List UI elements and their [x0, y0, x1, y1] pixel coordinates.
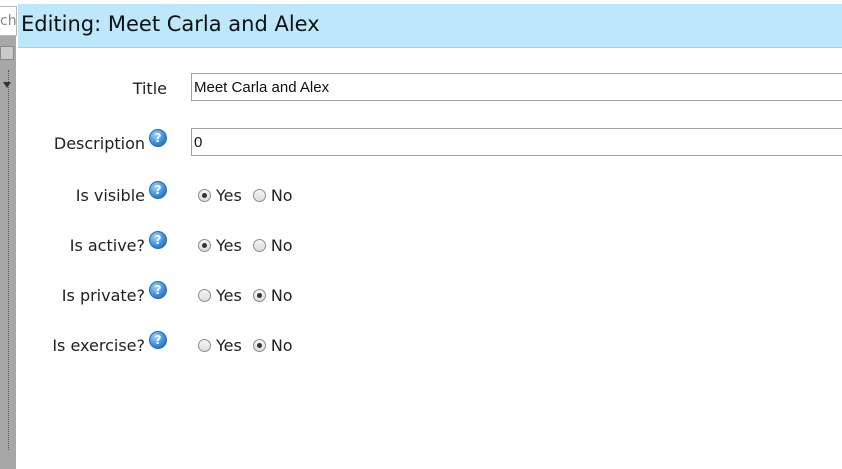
description-label: Description: [53, 133, 145, 153]
is-visible-no-radio[interactable]: [252, 188, 266, 202]
help-icon[interactable]: ?: [149, 331, 167, 349]
left-sidebar-strip: ch: [0, 0, 18, 469]
description-label-wrap: Description ?: [54, 128, 167, 158]
page-title: Editing: Meet Carla and Alex: [21, 12, 320, 36]
tree-node-icon[interactable]: [0, 46, 14, 60]
is-active-radio-group: Yes No: [198, 230, 304, 260]
search-input-stub[interactable]: ch: [0, 6, 17, 36]
is-visible-no-option[interactable]: No: [252, 185, 293, 205]
is-exercise-radio-group: Yes No: [198, 330, 304, 360]
tree-guide-line: [8, 70, 9, 450]
description-row: Description ?: [18, 128, 842, 158]
is-private-radio-group: Yes No: [198, 280, 304, 310]
is-active-no-option[interactable]: No: [252, 235, 293, 255]
help-icon[interactable]: ?: [149, 129, 167, 147]
radio-label-no: No: [270, 235, 293, 255]
radio-label-yes: Yes: [216, 335, 242, 355]
radio-label-no: No: [270, 285, 293, 305]
title-row: Title: [18, 73, 842, 103]
is-visible-row: Is visible ? Yes No: [18, 180, 842, 210]
is-exercise-row: Is exercise? ? Yes No: [18, 330, 842, 360]
title-input[interactable]: [191, 73, 842, 101]
is-private-yes-radio[interactable]: [198, 288, 211, 302]
radio-label-yes: Yes: [216, 285, 242, 305]
is-visible-yes-radio[interactable]: [198, 188, 211, 202]
is-active-row: Is active? ? Yes No: [18, 230, 842, 260]
radio-label-no: No: [270, 335, 293, 355]
title-label-wrap: Title: [133, 73, 167, 103]
is-exercise-label: Is exercise?: [52, 335, 145, 355]
is-exercise-yes-radio[interactable]: [198, 338, 211, 352]
is-active-yes-radio[interactable]: [198, 238, 211, 252]
is-active-no-radio[interactable]: [252, 238, 266, 252]
is-visible-label: Is visible: [75, 185, 145, 205]
is-exercise-yes-option[interactable]: Yes: [198, 336, 242, 355]
help-icon[interactable]: ?: [149, 181, 167, 199]
help-icon[interactable]: ?: [149, 281, 167, 299]
is-private-label-wrap: Is private? ?: [62, 280, 167, 310]
title-label: Title: [132, 78, 167, 98]
description-input[interactable]: [191, 128, 842, 156]
is-exercise-no-radio[interactable]: [252, 338, 266, 352]
tree-expand-arrow-icon[interactable]: [3, 82, 11, 88]
is-visible-radio-group: Yes No: [198, 180, 304, 210]
is-private-no-option[interactable]: No: [252, 285, 293, 305]
is-active-label: Is active?: [69, 235, 145, 255]
is-active-yes-option[interactable]: Yes: [198, 236, 242, 255]
is-exercise-label-wrap: Is exercise? ?: [52, 330, 167, 360]
is-visible-label-wrap: Is visible ?: [76, 180, 167, 210]
radio-label-yes: Yes: [216, 235, 242, 255]
radio-label-yes: Yes: [216, 185, 242, 205]
is-private-yes-option[interactable]: Yes: [198, 286, 242, 305]
is-visible-yes-option[interactable]: Yes: [198, 186, 242, 205]
is-active-label-wrap: Is active? ?: [70, 230, 167, 260]
edit-panel: Editing: Meet Carla and Alex Title Descr…: [18, 0, 842, 469]
is-exercise-no-option[interactable]: No: [252, 335, 293, 355]
help-icon[interactable]: ?: [149, 231, 167, 249]
radio-label-no: No: [270, 185, 293, 205]
is-private-row: Is private? ? Yes No: [18, 280, 842, 310]
is-private-no-radio[interactable]: [252, 288, 266, 302]
is-private-label: Is private?: [61, 285, 145, 305]
panel-header: Editing: Meet Carla and Alex: [18, 4, 842, 48]
